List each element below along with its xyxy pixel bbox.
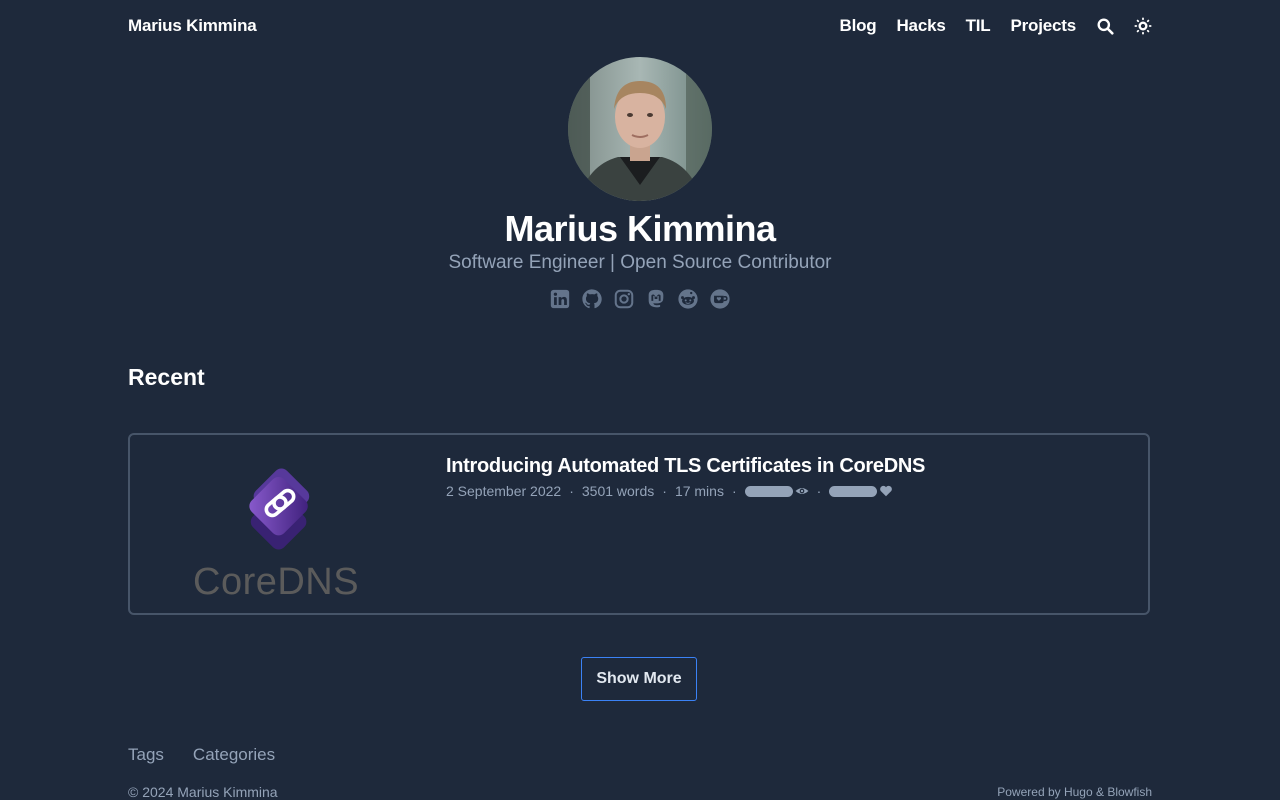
site-header: Marius Kimmina Blog Hacks TIL Projects	[128, 10, 1152, 42]
kofi-icon[interactable]	[708, 287, 732, 311]
mastodon-icon[interactable]	[644, 287, 668, 311]
show-more-button[interactable]: Show More	[581, 657, 697, 701]
github-icon[interactable]	[580, 287, 604, 311]
footer-link-tags[interactable]: Tags	[128, 745, 164, 765]
nav-hacks[interactable]: Hacks	[896, 16, 945, 36]
instagram-icon[interactable]	[612, 287, 636, 311]
likes-loading-placeholder	[829, 485, 878, 497]
profile-name: Marius Kimmina	[504, 208, 776, 249]
coredns-wordmark: CoreDNS	[193, 561, 359, 603]
meta-separator: ·	[731, 483, 737, 499]
coredns-thumbnail: CoreDNS	[190, 453, 372, 603]
article-date: 2 September 2022	[446, 483, 562, 499]
reddit-icon[interactable]	[676, 287, 700, 311]
article-meta: 2 September 2022 · 3501 words · 17 mins …	[446, 483, 893, 499]
article-word-count: 3501 words	[581, 483, 655, 499]
main-nav: Blog Hacks TIL Projects	[840, 16, 1152, 36]
article-title-link[interactable]: Introducing Automated TLS Certificates i…	[446, 455, 925, 478]
footer-link-categories[interactable]: Categories	[193, 745, 275, 765]
recent-heading: Recent	[128, 364, 205, 390]
linkedin-icon[interactable]	[548, 287, 572, 311]
heart-icon	[879, 484, 893, 498]
site-title-link[interactable]: Marius Kimmina	[128, 16, 257, 36]
meta-separator: ·	[816, 483, 822, 499]
meta-separator: ·	[569, 483, 574, 499]
footer-links: Tags Categories	[128, 745, 275, 765]
article-read-time: 17 mins	[674, 483, 724, 499]
nav-projects[interactable]: Projects	[1011, 16, 1077, 36]
powered-by-text: Powered by Hugo & Blowfish	[997, 785, 1152, 799]
search-icon[interactable]	[1096, 17, 1114, 35]
views-loading-placeholder	[744, 485, 793, 497]
profile-tagline: Software Engineer | Open Source Contribu…	[448, 252, 832, 273]
meta-separator: ·	[662, 483, 667, 499]
nav-blog[interactable]: Blog	[840, 16, 877, 36]
profile-avatar	[568, 57, 712, 201]
eye-icon	[795, 484, 809, 498]
nav-til[interactable]: TIL	[966, 16, 991, 36]
social-links	[548, 287, 732, 311]
article-card[interactable]: CoreDNS Introducing Automated TLS Certif…	[128, 433, 1150, 615]
theme-toggle-icon[interactable]	[1134, 17, 1152, 35]
copyright-text: © 2024 Marius Kimmina	[128, 784, 278, 800]
